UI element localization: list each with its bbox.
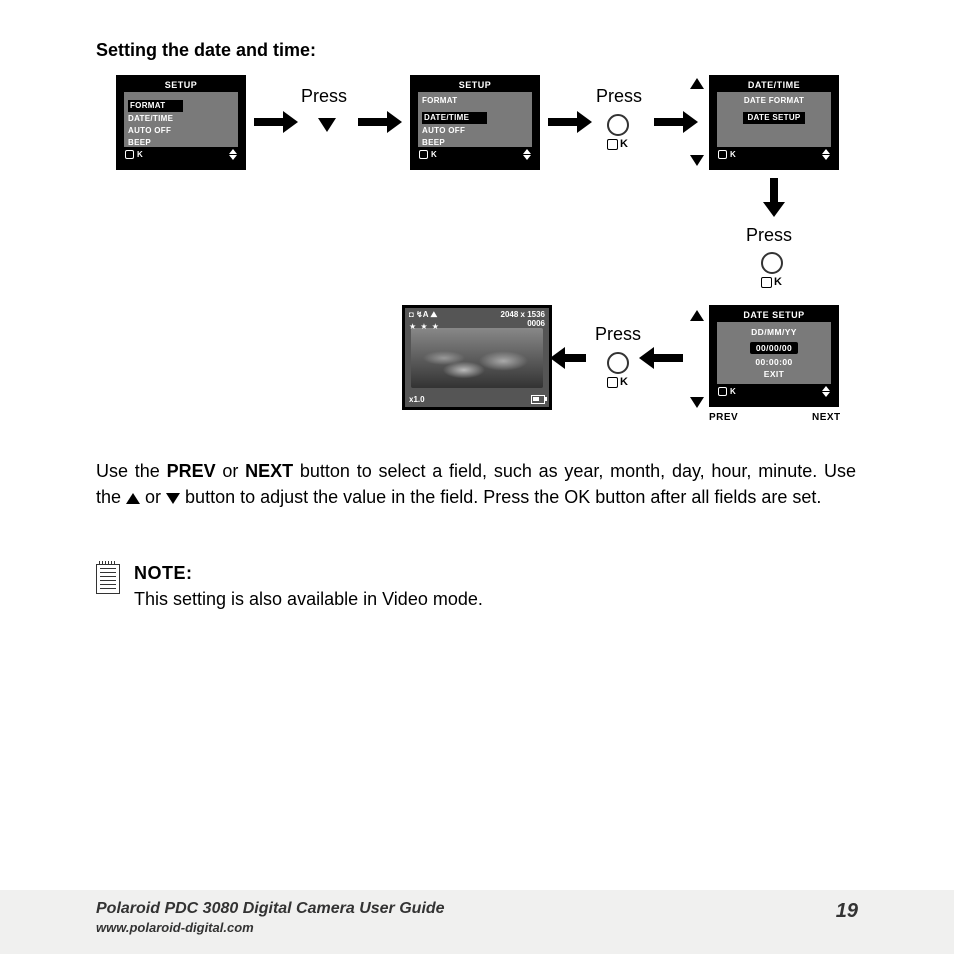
press-label: Press xyxy=(595,324,641,345)
note-text: NOTE: This setting is also available in … xyxy=(134,560,483,612)
date-line: 00:00:00 xyxy=(717,356,831,368)
side-updown-icon xyxy=(690,78,704,166)
updown-icon xyxy=(523,149,531,160)
count-label: 0006 xyxy=(527,319,545,328)
screen-body: DD/MM/YY 00/00/00 00:00:00 EXIT xyxy=(717,322,831,384)
screen-body: FORMAT DATE/TIME AUTO OFF BEEP xyxy=(418,92,532,147)
resolution-label: 2048 x 1536 xyxy=(501,310,546,319)
screen-footer: K xyxy=(712,147,836,160)
screen-datetime: DATE/TIME DATE FORMAT DATE SETUP K xyxy=(709,75,839,170)
zoom-label: x1.0 xyxy=(409,395,425,404)
arrow-right-icon xyxy=(654,118,684,126)
notepad-icon xyxy=(96,564,120,594)
arrow-right-icon xyxy=(254,118,284,126)
updown-icon xyxy=(822,149,830,160)
instructions-text: Use the PREV or NEXT button to select a … xyxy=(96,458,856,510)
arrow-right-icon xyxy=(358,118,388,126)
next-word: NEXT xyxy=(245,461,293,481)
date-line-selected: 00/00/00 xyxy=(750,342,798,354)
down-button-icon xyxy=(318,118,336,132)
ok-button-icon: K xyxy=(607,350,629,388)
updown-icon xyxy=(229,149,237,160)
ok-icon: K xyxy=(718,150,737,159)
arrow-down-icon xyxy=(770,178,778,203)
screen-header: DATE/TIME xyxy=(712,78,836,92)
screen-preview: ◘ ↯A ⛰ 2048 x 1536 0006 ★ ★ ★ x1.0 xyxy=(402,305,552,410)
menu-item: AUTO OFF xyxy=(422,125,528,137)
screen-datesetup: DATE SETUP DD/MM/YY 00/00/00 00:00:00 EX… xyxy=(709,305,839,407)
note-body: This setting is also available in Video … xyxy=(134,586,483,612)
date-line: DD/MM/YY xyxy=(717,326,831,338)
screen-setup-1: SETUP FORMAT DATE/TIME AUTO OFF BEEP K xyxy=(116,75,246,170)
menu-item: DATE/TIME xyxy=(422,112,487,124)
date-line: EXIT xyxy=(717,368,831,380)
press-label: Press xyxy=(301,86,347,107)
screen-header: DATE SETUP xyxy=(712,308,836,322)
footer-title: Polaroid PDC 3080 Digital Camera User Gu… xyxy=(96,900,858,918)
note-block: NOTE: This setting is also available in … xyxy=(96,560,483,612)
press-label: Press xyxy=(746,225,792,246)
preview-bottom-row: x1.0 xyxy=(409,395,545,404)
arrow-right-icon xyxy=(548,118,578,126)
menu-item: DATE/TIME xyxy=(128,113,234,125)
menu-item: AUTO OFF xyxy=(128,125,234,137)
arrow-left-icon xyxy=(564,354,586,362)
screen-body: FORMAT DATE/TIME AUTO OFF BEEP xyxy=(124,92,238,147)
ok-button-icon: K xyxy=(761,250,783,288)
screen-footer: K xyxy=(712,384,836,397)
preview-image xyxy=(411,328,543,388)
prev-label: PREV xyxy=(709,412,738,423)
updown-icon xyxy=(822,386,830,397)
battery-icon xyxy=(531,395,545,404)
footer-url: www.polaroid-digital.com xyxy=(96,920,858,935)
note-label: NOTE: xyxy=(134,560,483,586)
prev-word: PREV xyxy=(167,461,216,481)
screen-setup-2: SETUP FORMAT DATE/TIME AUTO OFF BEEP K xyxy=(410,75,540,170)
stars-icon: ★ ★ ★ xyxy=(409,322,440,331)
up-triangle-icon xyxy=(126,493,140,504)
screen-body: DATE FORMAT DATE SETUP xyxy=(717,92,831,147)
down-triangle-icon xyxy=(166,493,180,504)
ok-icon: K xyxy=(125,150,144,159)
section-title: Setting the date and time: xyxy=(96,40,316,61)
ok-icon: K xyxy=(718,387,737,396)
menu-item: DATE SETUP xyxy=(743,112,804,124)
menu-item: DATE FORMAT xyxy=(721,95,827,107)
arrow-left-icon xyxy=(653,354,683,362)
page-footer: Polaroid PDC 3080 Digital Camera User Gu… xyxy=(0,890,954,954)
ok-icon: K xyxy=(419,150,438,159)
ok-button-icon: K xyxy=(607,112,629,150)
side-updown-icon xyxy=(690,310,704,408)
screen-header: SETUP xyxy=(119,78,243,92)
screen-header: SETUP xyxy=(413,78,537,92)
menu-item: FORMAT xyxy=(422,95,528,107)
flow-diagram: SETUP FORMAT DATE/TIME AUTO OFF BEEP K P… xyxy=(96,70,866,440)
page-number: 19 xyxy=(836,900,858,923)
press-label: Press xyxy=(596,86,642,107)
next-label: NEXT xyxy=(812,412,841,423)
menu-item: FORMAT xyxy=(128,100,183,112)
